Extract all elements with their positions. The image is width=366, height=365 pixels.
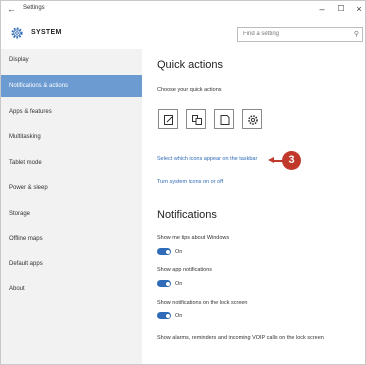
setting-label-alarms-lock-screen: Show alarms, reminders and incoming VOIP… (157, 335, 324, 341)
toggle-state-lock-screen: On (175, 313, 183, 319)
window-title: Settings (23, 5, 45, 11)
sidebar-item-power-sleep[interactable]: Power & sleep (1, 177, 142, 199)
quick-action-tile-tablet-mode[interactable] (186, 109, 206, 129)
sidebar-item-storage[interactable]: Storage (1, 203, 142, 225)
title-bar: ← Settings – ☐ × (1, 1, 365, 19)
setting-label-app-notifications: Show app notifications (157, 267, 213, 273)
sidebar: Display Notifications & actions Apps & f… (1, 49, 142, 364)
sidebar-item-multitasking[interactable]: Multitasking (1, 126, 142, 148)
search-icon[interactable]: ⚲ (354, 30, 359, 38)
note-icon (164, 115, 173, 125)
link-system-icons[interactable]: Turn system icons on or off (157, 179, 223, 185)
sidebar-item-apps-features[interactable]: Apps & features (1, 101, 142, 123)
close-button[interactable]: × (352, 3, 365, 15)
search-box[interactable]: ⚲ (237, 27, 363, 42)
page-title: SYSTEM (31, 29, 62, 36)
sidebar-item-offline-maps[interactable]: Offline maps (1, 228, 142, 250)
quick-action-tile-connect[interactable] (214, 109, 234, 129)
sidebar-item-notifications-actions[interactable]: Notifications & actions (1, 75, 142, 97)
quick-action-tile-settings[interactable] (242, 109, 262, 129)
settings-icon (248, 115, 258, 125)
maximize-button[interactable]: ☐ (334, 3, 348, 15)
toggle-app-notifications[interactable] (157, 280, 171, 287)
toggle-lock-screen[interactable] (157, 312, 171, 319)
main-content: Quick actions Choose your quick actions (142, 49, 365, 364)
callout-badge: 3 (282, 151, 301, 170)
quick-actions-subheading: Choose your quick actions (157, 87, 222, 93)
gear-icon (11, 27, 23, 39)
tablet-mode-icon (192, 115, 202, 125)
settings-window: ← Settings – ☐ × SYSTEM ⚲ Display Notifi… (0, 0, 366, 365)
minimize-button[interactable]: – (315, 3, 329, 15)
sidebar-item-default-apps[interactable]: Default apps (1, 253, 142, 275)
page-header: SYSTEM ⚲ (1, 21, 365, 47)
link-taskbar-icons[interactable]: Select which icons appear on the taskbar (157, 156, 257, 162)
setting-label-tips: Show me tips about Windows (157, 235, 230, 241)
toggle-state-tips: On (175, 249, 183, 255)
toggle-tips[interactable] (157, 248, 171, 255)
notifications-heading: Notifications (157, 209, 217, 221)
sidebar-item-display[interactable]: Display (1, 49, 142, 71)
back-arrow-icon[interactable]: ← (7, 3, 16, 15)
quick-actions-heading: Quick actions (157, 59, 224, 71)
connect-icon (220, 115, 230, 125)
quick-action-tile-note[interactable] (158, 109, 178, 129)
sidebar-item-tablet-mode[interactable]: Tablet mode (1, 152, 142, 174)
search-input[interactable] (243, 31, 343, 37)
setting-label-lock-screen: Show notifications on the lock screen (157, 300, 248, 306)
toggle-state-app-notifications: On (175, 281, 183, 287)
sidebar-item-about[interactable]: About (1, 278, 142, 300)
